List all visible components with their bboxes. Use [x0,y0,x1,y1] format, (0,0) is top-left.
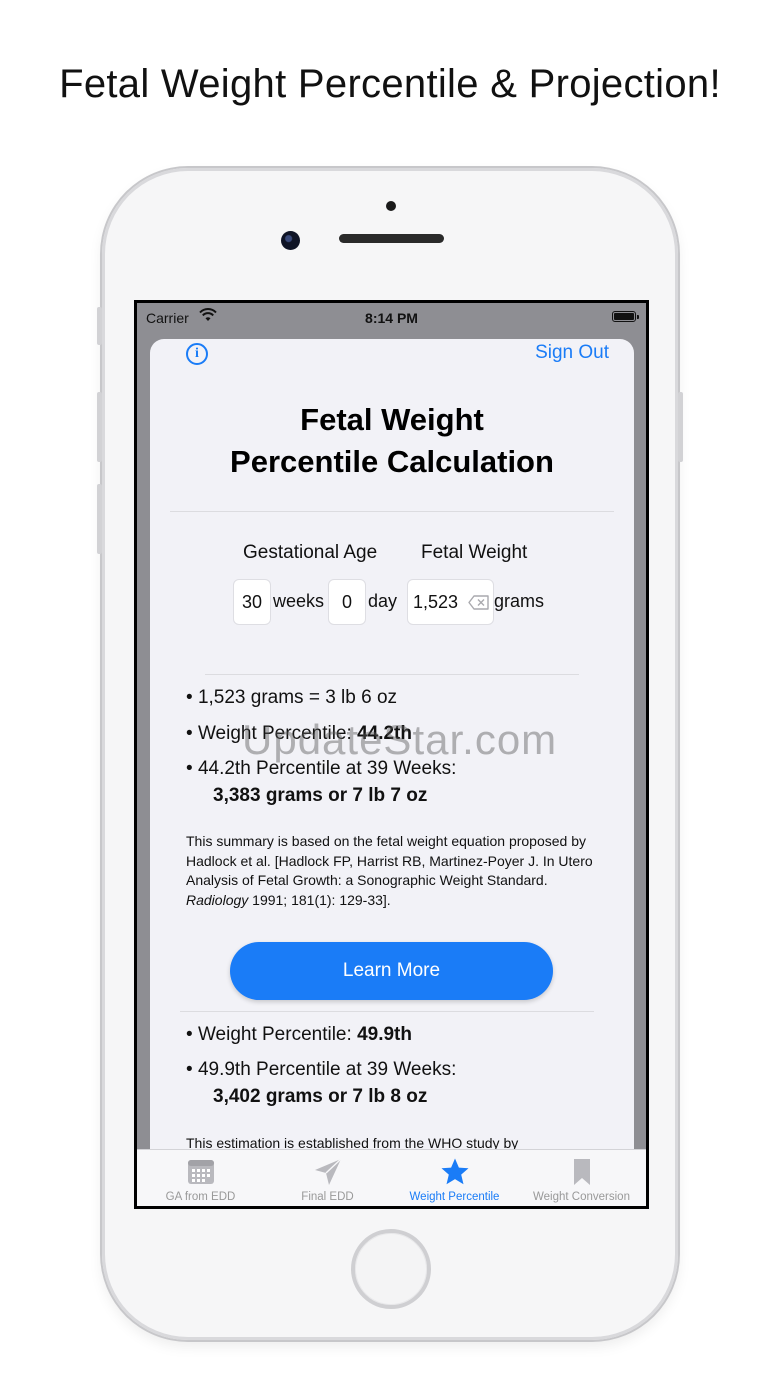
who-result-projection-label: • 49.9th Percentile at 39 Weeks: [186,1059,457,1080]
tab-label: Final EDD [301,1191,354,1203]
learn-more-button[interactable]: Learn More [230,942,553,1000]
gestational-age-label: Gestational Age [243,542,378,563]
who-result-percentile: • Weight Percentile: 49.9th [186,1024,412,1045]
result-percentile: • Weight Percentile: 44.2th [186,723,412,744]
percentile-value: 44.2th [357,723,412,744]
modal-sheet: i Sign Out Fetal Weight Percentile Calcu… [150,339,634,1206]
power-button [678,392,683,462]
sign-out-button[interactable]: Sign Out [535,342,609,364]
result-projection-label: • 44.2th Percentile at 39 Weeks: [186,758,457,779]
tab-final-edd[interactable]: Final EDD [264,1150,391,1206]
tab-bar: GA from EDD Final EDD Weight Percentile [137,1149,646,1206]
status-time: 8:14 PM [365,310,418,326]
tab-weight-percentile[interactable]: Weight Percentile [391,1150,518,1206]
volume-down-button [97,484,102,554]
result-projection-value: 3,383 grams or 7 lb 7 oz [213,785,428,806]
tab-label: Weight Conversion [533,1191,630,1203]
weeks-input[interactable]: 30 [233,579,271,625]
tab-label: GA from EDD [165,1191,236,1203]
tab-label: Weight Percentile [409,1191,500,1203]
info-circle-icon[interactable]: i [186,343,208,365]
who-result-projection-value: 3,402 grams or 7 lb 8 oz [213,1086,428,1107]
phone-screen: Carrier 8:14 PM i Sign Out Fetal Weight … [134,300,649,1209]
headline: Fetal Weight Percentile & Projection! [59,62,721,106]
days-unit-label: day [368,591,398,611]
weeks-unit-label: weeks [273,591,325,611]
battery-icon [612,311,639,322]
weight-input[interactable]: 1,523 [407,579,494,625]
who-percentile-value: 49.9th [357,1024,412,1045]
weight-unit-label: grams [494,591,545,611]
days-input[interactable]: 0 [328,579,366,625]
proximity-sensor [386,201,396,211]
tab-weight-conversion[interactable]: Weight Conversion [518,1150,645,1206]
divider [180,1011,594,1012]
status-bar: Carrier 8:14 PM [137,303,646,333]
page-title-line2: Percentile Calculation [230,444,554,479]
divider [205,674,579,675]
divider [170,511,614,512]
front-camera [281,231,300,250]
page-title-line1: Fetal Weight [300,402,484,437]
star-icon [441,1158,469,1185]
journal-name: Radiology [186,891,249,908]
calendar-icon [188,1160,214,1184]
result-conversion: • 1,523 grams = 3 lb 6 oz [186,687,398,708]
home-button[interactable] [351,1229,431,1309]
paper-plane-icon [315,1158,342,1185]
weight-input-value: 1,523 [413,592,459,612]
mute-switch [97,307,102,345]
volume-up-button [97,392,102,462]
bookmark-icon [574,1159,590,1185]
page-title: Fetal Weight Percentile Calculation [150,399,634,483]
citation-paragraph: This summary is based on the fetal weigh… [186,833,593,908]
fetal-weight-label: Fetal Weight [421,542,528,563]
tab-ga-from-edd[interactable]: GA from EDD [137,1150,264,1206]
clear-text-icon[interactable] [468,595,490,610]
earpiece-speaker [339,234,444,243]
